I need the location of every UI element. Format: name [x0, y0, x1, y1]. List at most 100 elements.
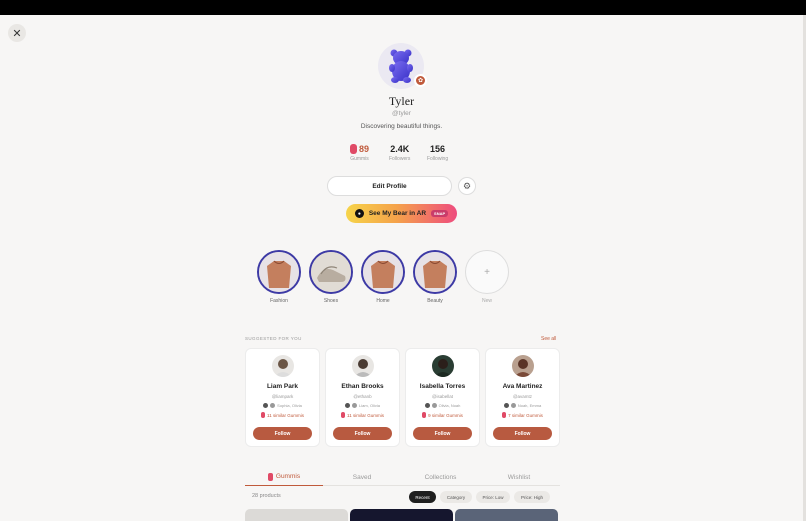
follow-button[interactable]: Follow [333, 427, 392, 440]
snap-ghost-icon: ● [354, 209, 364, 218]
profile-name: Tyler [388, 94, 415, 108]
filter-recent[interactable]: Recent [409, 491, 436, 503]
similar-gummis: 11 similar Gummis [246, 412, 319, 418]
tab-saved[interactable]: Saved [323, 468, 401, 486]
close-icon: ✕ [12, 27, 22, 40]
ar-button-label: See My Bear in AR [368, 210, 427, 217]
collection-label: Fashion [270, 298, 288, 304]
tab-collections[interactable]: Collections [401, 468, 480, 486]
mutual-names: Olivia, Noah [438, 403, 461, 408]
gummy-icon [350, 144, 357, 154]
suggested-handle: @avamtz [512, 394, 533, 399]
collection-new[interactable]: + New [465, 250, 509, 304]
followers-count: 2.4K [390, 144, 410, 154]
similar-gummis: 11 similar Gummis [326, 412, 399, 418]
close-button[interactable]: ✕ [8, 24, 26, 42]
tab-label: Saved [352, 473, 372, 481]
suggested-handle: @ethanb [353, 394, 372, 399]
gummies-count: 89 [359, 144, 370, 154]
suggested-handle: @liampark [271, 394, 294, 399]
gear-icon: ⚙ [462, 180, 472, 191]
similar-gummis: 7 similar Gummis [486, 412, 559, 418]
gummy-icon [267, 472, 273, 481]
collection-fashion[interactable]: Fashion [257, 250, 301, 304]
product-thumbnail[interactable] [245, 509, 348, 521]
edit-badge-icon[interactable]: ✿ [414, 74, 427, 87]
product-count: 28 products [252, 493, 281, 499]
gummy-icon [341, 412, 346, 418]
suggested-card[interactable]: Isabella Torres @isabellat Olivia, Noah … [405, 348, 480, 447]
followers-label: Followers [389, 156, 411, 162]
filter-price-low[interactable]: Price: Low [476, 491, 510, 503]
collection-label: Home [376, 298, 390, 304]
mutual-names: Sophia, Olivia [277, 403, 302, 408]
suggested-card[interactable]: Ava Martinez @avamtz Noah, Emma 7 simila… [485, 348, 560, 447]
collection-home[interactable]: Home [361, 250, 405, 304]
collection-thumbnail [257, 250, 301, 294]
similar-text: 11 similar Gummis [347, 412, 384, 418]
stat-following[interactable]: 156 Following [427, 144, 448, 162]
tab-gummis[interactable]: Gummis [245, 468, 323, 486]
mutual-names: Liam, Olivia [359, 403, 380, 408]
see-all-link[interactable]: See all [541, 336, 556, 342]
following-label: Following [427, 156, 449, 162]
filter-category[interactable]: Category [440, 491, 472, 503]
filter-price-high[interactable]: Price: High [514, 491, 550, 503]
mutual-followers: Sophia, Olivia [246, 403, 319, 408]
suggested-card[interactable]: Ethan Brooks @ethanb Liam, Olivia 11 sim… [325, 348, 400, 447]
following-count: 156 [430, 144, 446, 154]
gummy-bear-icon [389, 49, 413, 83]
tab-label: Gummis [275, 473, 301, 480]
suggested-handle: @isabellat [431, 394, 454, 399]
mutual-followers: Olivia, Noah [406, 403, 479, 408]
similar-gummis: 9 similar Gummis [406, 412, 479, 418]
collection-thumbnail [413, 250, 457, 294]
profile-handle: @tyler [392, 110, 411, 117]
tab-label: Wishlist [507, 473, 531, 481]
stat-gummies[interactable]: 89 Gummis [350, 144, 369, 162]
similar-text: 11 similar Gummis [267, 412, 304, 418]
follow-button[interactable]: Follow [493, 427, 552, 440]
suggested-card[interactable]: Liam Park @liampark Sophia, Olivia 11 si… [245, 348, 320, 447]
suggested-name: Liam Park [266, 383, 299, 390]
profile-avatar[interactable]: ✿ [378, 43, 427, 89]
suggested-name: Ava Martinez [502, 383, 543, 390]
profile-bio: Discovering beautiful things. [360, 123, 443, 130]
avatar [511, 355, 534, 377]
similar-text: 9 similar Gummis [428, 412, 463, 418]
snap-tag: SNAP [431, 210, 449, 217]
similar-text: 7 similar Gummis [508, 412, 543, 418]
product-thumbnail[interactable] [455, 509, 558, 521]
tab-wishlist[interactable]: Wishlist [480, 468, 558, 486]
collection-label: Beauty [427, 298, 443, 304]
avatar [271, 355, 294, 377]
product-thumbnail[interactable] [350, 509, 453, 521]
mutual-followers: Noah, Emma [486, 403, 559, 408]
plus-icon: + [465, 250, 509, 294]
collection-thumbnail [309, 250, 353, 294]
follow-button[interactable]: Follow [413, 427, 472, 440]
gummy-icon [502, 412, 507, 418]
collection-shoes[interactable]: Shoes [309, 250, 353, 304]
avatar [351, 355, 374, 377]
follow-button[interactable]: Follow [253, 427, 312, 440]
window-top-bar [0, 0, 806, 15]
tab-label: Collections [424, 473, 457, 481]
suggested-name: Isabella Torres [419, 383, 466, 390]
see-bear-in-ar-button[interactable]: ● See My Bear in AR SNAP [346, 204, 457, 223]
gummies-label: Gummis [350, 156, 369, 162]
gummy-icon [261, 412, 266, 418]
stat-followers[interactable]: 2.4K Followers [389, 144, 410, 162]
collection-beauty[interactable]: Beauty [413, 250, 457, 304]
suggested-section-title: SUGGESTED FOR YOU [245, 336, 302, 341]
settings-button[interactable]: ⚙ [458, 177, 476, 195]
collection-label: Shoes [323, 298, 339, 304]
edit-profile-button[interactable]: Edit Profile [327, 176, 452, 196]
collection-thumbnail [361, 250, 405, 294]
profile-tabs: Gummis Saved Collections Wishlist [245, 468, 560, 486]
suggested-name: Ethan Brooks [341, 383, 384, 390]
avatar [431, 355, 454, 377]
gummy-icon [422, 412, 427, 418]
mutual-followers: Liam, Olivia [326, 403, 399, 408]
mutual-names: Noah, Emma [517, 403, 542, 408]
